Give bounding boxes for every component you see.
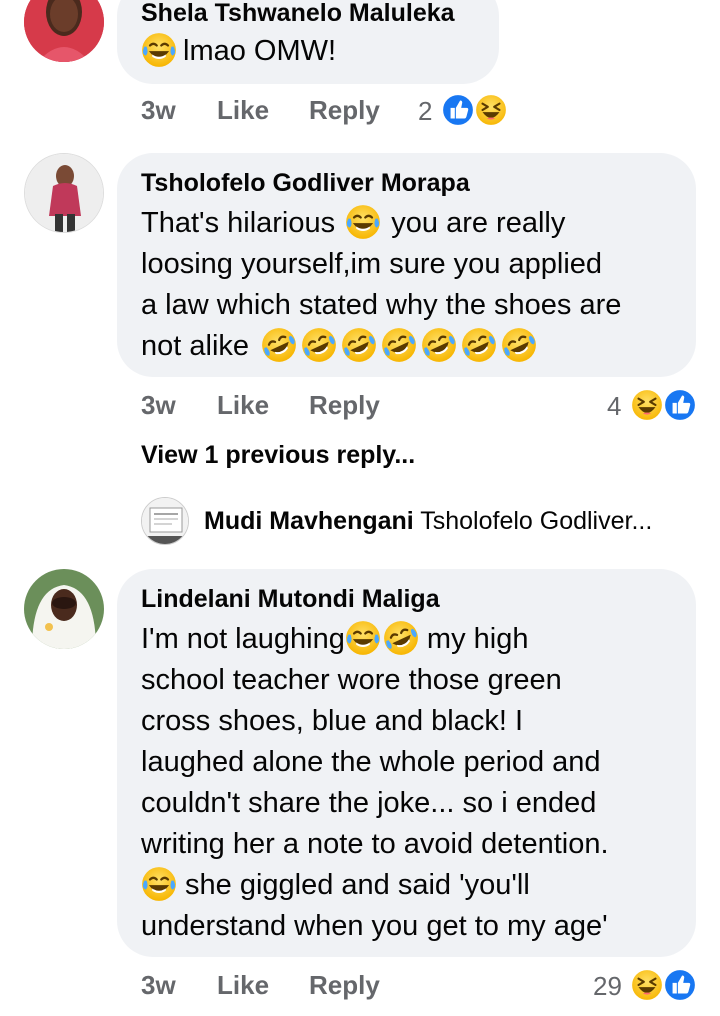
comment-text-line: laughed alone the whole period and bbox=[141, 746, 601, 778]
tears-of-joy-icon bbox=[141, 32, 177, 68]
avatar[interactable] bbox=[24, 153, 104, 233]
comment-text: That's hilarious you are really loosing … bbox=[141, 203, 621, 367]
tears-of-joy-icon bbox=[345, 620, 381, 656]
like-button[interactable]: Like bbox=[217, 390, 269, 421]
like-reaction-icon[interactable] bbox=[663, 968, 697, 1002]
haha-reaction-icon[interactable] bbox=[630, 388, 664, 422]
haha-reaction-icon[interactable] bbox=[474, 93, 508, 127]
haha-reaction-icon[interactable] bbox=[630, 968, 664, 1002]
reply-button[interactable]: Reply bbox=[309, 970, 380, 1001]
comment-text-line: cross shoes, blue and black! I bbox=[141, 705, 524, 737]
reply-button[interactable]: Reply bbox=[309, 390, 380, 421]
comment-text: I'm not laughing my high school teacher … bbox=[141, 619, 609, 947]
comment-text-line: my high bbox=[426, 623, 529, 655]
avatar[interactable] bbox=[141, 497, 189, 545]
like-reaction-icon[interactable] bbox=[663, 388, 697, 422]
like-button[interactable]: Like bbox=[217, 95, 269, 126]
like-button[interactable]: Like bbox=[217, 970, 269, 1001]
reply-author: Mudi Mavhengani bbox=[204, 507, 414, 535]
like-reaction-icon[interactable] bbox=[441, 93, 475, 127]
rolling-laughing-icon bbox=[461, 327, 497, 363]
rolling-laughing-icon bbox=[501, 327, 537, 363]
avatar[interactable] bbox=[24, 569, 104, 649]
comment-text-line: couldn't share the joke... so i ended bbox=[141, 787, 597, 819]
comment-text-line: a law which stated why the shoes are bbox=[141, 289, 622, 321]
reply-text: Tsholofelo Godliver... bbox=[420, 507, 653, 535]
comment-time[interactable]: 3w bbox=[141, 390, 176, 421]
reaction-count[interactable]: 4 bbox=[607, 391, 621, 422]
rolling-laughing-icon bbox=[341, 327, 377, 363]
comment-author[interactable]: Shela Tshwanelo Maluleka bbox=[141, 0, 455, 28]
comment-text-line: understand when you get to my age' bbox=[141, 910, 608, 942]
rolling-laughing-icon bbox=[421, 327, 457, 363]
reply-button[interactable]: Reply bbox=[309, 95, 380, 126]
comment-text-line: I'm not laughing bbox=[141, 623, 345, 655]
tears-of-joy-icon bbox=[345, 204, 381, 240]
view-previous-replies-link[interactable]: View 1 previous reply... bbox=[141, 441, 415, 470]
reply-preview[interactable]: Mudi Mavhengani Tsholofelo Godliver... bbox=[204, 507, 652, 536]
rolling-laughing-icon bbox=[381, 327, 417, 363]
reaction-count[interactable]: 29 bbox=[593, 971, 622, 1002]
tears-of-joy-icon bbox=[141, 866, 177, 902]
rolling-laughing-icon bbox=[383, 620, 419, 656]
rolling-laughing-icon bbox=[301, 327, 337, 363]
reaction-count[interactable]: 2 bbox=[418, 96, 432, 127]
comment-author[interactable]: Lindelani Mutondi Maliga bbox=[141, 585, 440, 614]
comment-time[interactable]: 3w bbox=[141, 970, 176, 1001]
comment-text-line: loosing yourself,im sure you applied bbox=[141, 248, 603, 280]
comment-author[interactable]: Tsholofelo Godliver Morapa bbox=[141, 169, 470, 198]
comment-text-line: lmao OMW! bbox=[183, 35, 337, 67]
comment-text-line: not alike bbox=[141, 330, 250, 362]
comment-text-line: you are really bbox=[391, 207, 566, 239]
avatar[interactable] bbox=[24, 0, 104, 62]
comment-text: lmao OMW! bbox=[141, 31, 336, 72]
comment-time[interactable]: 3w bbox=[141, 95, 176, 126]
comment-text-line: writing her a note to avoid detention. bbox=[141, 828, 609, 860]
comment-text-line: school teacher wore those green bbox=[141, 664, 562, 696]
comment-text-line: she giggled and said 'you'll bbox=[185, 869, 530, 901]
comment-text-line: That's hilarious bbox=[141, 207, 336, 239]
rolling-laughing-icon bbox=[261, 327, 297, 363]
